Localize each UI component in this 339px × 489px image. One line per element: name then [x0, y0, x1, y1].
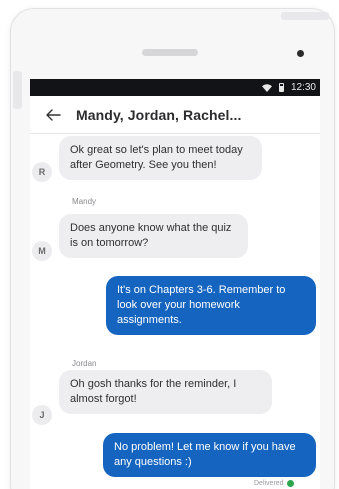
- avatar: M: [32, 241, 52, 261]
- phone-speaker: [142, 49, 198, 56]
- receipt-dot-icon: [286, 480, 294, 487]
- sender-name: Mandy: [72, 197, 97, 206]
- conversation-title: Mandy, Jordan, Rachel...: [76, 106, 242, 123]
- status-bar: 12:30: [30, 79, 320, 96]
- phone-side-button: [13, 71, 22, 109]
- status-time: 12:30: [290, 82, 316, 93]
- avatar: R: [32, 162, 52, 182]
- avatar: J: [32, 405, 52, 425]
- incoming-message-bubble[interactable]: Does anyone know what the quiz is on tom…: [59, 214, 248, 258]
- phone-camera: [297, 50, 304, 57]
- outgoing-message-bubble[interactable]: It's on Chapters 3-6. Remember to look o…: [106, 276, 316, 335]
- back-button[interactable]: [30, 96, 76, 133]
- message-list[interactable]: R Ok great so let's plan to meet today a…: [30, 134, 320, 489]
- arrow-left-icon: [46, 108, 61, 121]
- chat-header: Mandy, Jordan, Rachel...: [30, 96, 320, 134]
- incoming-message-bubble[interactable]: Oh gosh thanks for the reminder, I almos…: [59, 370, 272, 414]
- sender-name: Jordan: [72, 359, 97, 368]
- phone-power-button: [281, 12, 329, 20]
- battery-icon: [278, 83, 284, 92]
- chat-screen: 12:30 Mandy, Jordan, Rachel... R Ok grea…: [30, 79, 320, 489]
- read-receipt: Delivered: [254, 480, 294, 487]
- read-receipt-label: Delivered: [254, 480, 284, 487]
- wifi-icon: [261, 83, 272, 92]
- outgoing-message-bubble[interactable]: No problem! Let me know if you have any …: [103, 433, 316, 477]
- incoming-message-bubble[interactable]: Ok great so let's plan to meet today aft…: [59, 136, 262, 180]
